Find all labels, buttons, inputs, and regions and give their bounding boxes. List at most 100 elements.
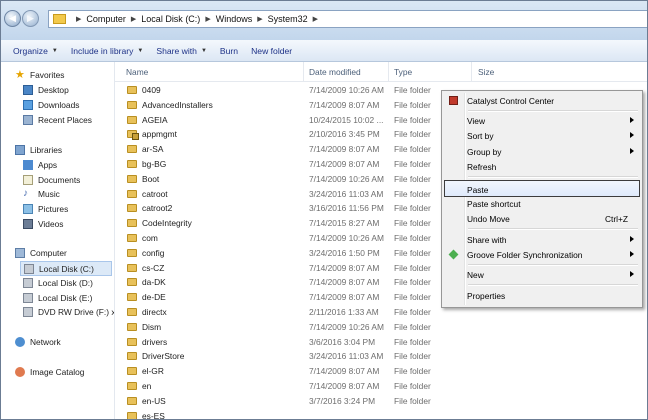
table-row[interactable]: en 7/14/2009 8:07 AM File folder (115, 379, 648, 394)
new-folder-label: New folder (251, 45, 293, 56)
menu-catalyst-control-center[interactable]: Catalyst Control Center (444, 93, 640, 108)
submenu-arrow-icon (630, 132, 634, 138)
menu-group-by[interactable]: Group by (444, 144, 640, 159)
column-date-modified[interactable]: Date modified (309, 67, 361, 77)
pictures-icon (23, 204, 33, 214)
menu-share-with[interactable]: Share with (444, 232, 640, 247)
column-divider[interactable] (303, 62, 304, 81)
folder-icon (127, 204, 137, 213)
chevron-right-icon[interactable]: ▶ (131, 15, 136, 23)
menu-sort-by[interactable]: Sort by (444, 128, 640, 143)
table-row[interactable]: es-ES (115, 409, 648, 420)
nav-pictures[interactable]: Pictures (23, 204, 68, 214)
new-folder-button[interactable]: New folder (251, 46, 292, 56)
table-row[interactable]: drivers 3/6/2016 3:04 PM File folder (115, 335, 648, 350)
menu-paste-shortcut[interactable]: Paste shortcut (444, 196, 640, 211)
file-type: File folder (394, 114, 431, 125)
table-row[interactable]: el-GR 7/14/2009 8:07 AM File folder (115, 364, 648, 379)
menu-new[interactable]: New (444, 267, 640, 282)
include-in-library-button[interactable]: Include in library ▼ (71, 46, 144, 56)
videos-icon (23, 219, 33, 229)
menu-label: Share with (467, 235, 507, 245)
burn-button[interactable]: Burn (220, 46, 238, 56)
menu-undo-move[interactable]: Undo Move Ctrl+Z (444, 211, 640, 226)
menu-label: Paste shortcut (467, 199, 521, 209)
file-date-modified: 3/16/2016 11:56 PM (309, 203, 384, 214)
nav-local-disk-e[interactable]: Local Disk (E:) (23, 293, 92, 303)
forward-button[interactable]: ▶ (22, 10, 39, 27)
menu-label: Groove Folder Synchronization (467, 250, 583, 260)
file-date-modified: 7/14/2009 10:26 AM (309, 173, 384, 184)
table-row[interactable]: Dism 7/14/2009 10:26 AM File folder (115, 320, 648, 335)
folder-icon (127, 248, 137, 257)
column-header-row: Name Date modified Type Size (115, 62, 648, 82)
breadcrumb-system32[interactable]: System32 (268, 14, 308, 24)
nav-libraries[interactable]: Libraries (15, 145, 62, 155)
menu-refresh[interactable]: Refresh (444, 159, 640, 174)
breadcrumb-local-disk[interactable]: Local Disk (C:) (141, 14, 200, 24)
nav-music[interactable]: ♪ Music (23, 188, 60, 200)
nav-apps[interactable]: Apps (23, 160, 57, 170)
nav-dvd-drive[interactable]: DVD RW Drive (F:) xx (23, 307, 120, 317)
menu-view[interactable]: View (444, 113, 640, 128)
nav-downloads[interactable]: Downloads (23, 100, 79, 110)
file-date-modified: 7/14/2009 8:07 AM (309, 99, 380, 110)
nav-computer[interactable]: Computer (15, 248, 67, 258)
back-button[interactable]: ◀ (4, 10, 21, 27)
menu-properties[interactable]: Properties (444, 288, 640, 303)
table-row[interactable]: DriverStore 3/24/2016 11:03 AM File folder (115, 349, 648, 364)
share-with-button[interactable]: Share with ▼ (156, 46, 207, 56)
nav-documents[interactable]: Documents (23, 175, 80, 185)
nav-desktop[interactable]: Desktop (23, 85, 69, 95)
chevron-right-icon[interactable]: ▶ (205, 15, 210, 23)
nav-local-disk-c[interactable]: Local Disk (C:) (20, 261, 112, 276)
table-row[interactable]: en-US 3/7/2016 3:24 PM File folder (115, 394, 648, 409)
file-type: File folder (394, 173, 431, 184)
apps-icon (23, 160, 33, 170)
nav-network[interactable]: Network (15, 337, 61, 347)
nav-label: Documents (38, 175, 81, 185)
nav-label: Network (30, 337, 61, 347)
file-type: File folder (394, 351, 431, 362)
nav-videos[interactable]: Videos (23, 219, 63, 229)
nav-favorites[interactable]: ★ Favorites (15, 70, 64, 81)
breadcrumb-computer[interactable]: Computer (86, 14, 126, 24)
folder-icon (127, 86, 137, 94)
column-divider[interactable] (388, 62, 389, 81)
chevron-right-icon[interactable]: ▶ (313, 15, 318, 23)
file-date-modified: 7/14/2015 8:27 AM (309, 218, 380, 229)
organize-button[interactable]: Organize ▼ (13, 46, 58, 56)
drive-icon (24, 263, 34, 274)
desktop-icon (23, 85, 33, 95)
nav-image-catalog[interactable]: Image Catalog (15, 367, 84, 377)
nav-label: Recent Places (38, 115, 92, 125)
file-type: File folder (394, 321, 431, 332)
file-type: File folder (394, 159, 431, 169)
column-size[interactable]: Size (478, 67, 494, 77)
breadcrumb-windows[interactable]: Windows (216, 14, 253, 24)
address-bar[interactable]: ▶ Computer ▶ Local Disk (C:) ▶ Windows ▶… (48, 10, 648, 28)
navigation-pane: ★ Favorites Desktop Downloads Recent Plac… (0, 62, 120, 420)
folder-icon (127, 367, 137, 376)
music-icon: ♪ (23, 188, 28, 199)
file-name: 0409 (142, 85, 161, 95)
folder-icon (127, 278, 137, 287)
burn-label: Burn (219, 45, 239, 56)
dropdown-arrow-icon: ▼ (200, 47, 207, 54)
column-name[interactable]: Name (126, 67, 148, 77)
menu-groove-sync[interactable]: Groove Folder Synchronization (444, 247, 640, 262)
back-arrow-icon: ◀ (9, 13, 16, 23)
menu-label: Catalyst Control Center (467, 96, 555, 106)
share-label: Share with (156, 45, 197, 56)
menu-paste[interactable]: Paste (444, 180, 640, 197)
file-name: drivers (142, 336, 168, 347)
column-type[interactable]: Type (394, 67, 412, 77)
column-divider[interactable] (471, 62, 472, 81)
file-type: File folder (394, 99, 431, 110)
file-type: File folder (394, 233, 431, 243)
nav-local-disk-d[interactable]: Local Disk (D:) (23, 278, 93, 288)
file-name: catroot2 (142, 203, 173, 214)
chevron-right-icon[interactable]: ▶ (257, 15, 262, 23)
file-type: File folder (394, 366, 431, 377)
nav-recent-places[interactable]: Recent Places (23, 115, 92, 125)
